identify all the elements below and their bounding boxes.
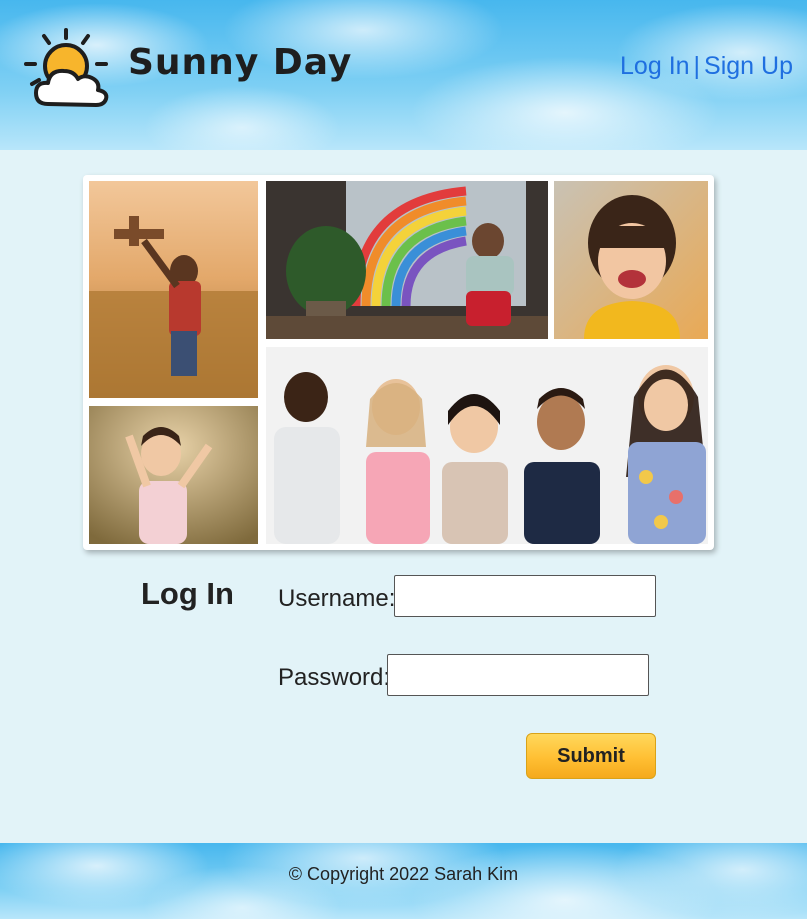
username-input[interactable] [394, 575, 656, 617]
username-label: Username: [278, 585, 396, 612]
photo-collage [83, 175, 714, 550]
login-title: Log In [141, 576, 234, 611]
signup-link[interactable]: Sign Up [704, 52, 793, 80]
copyright-text: © Copyright 2022 Sarah Kim [288, 864, 519, 884]
auth-nav: Log In | Sign Up [620, 52, 793, 81]
photo-kid-rainbow [266, 181, 548, 339]
site-footer: © Copyright 2022 Sarah Kim [0, 843, 807, 919]
sun-cloud-icon[interactable] [22, 26, 110, 108]
password-input[interactable] [387, 654, 649, 696]
password-label: Password: [278, 664, 391, 691]
login-link[interactable]: Log In [620, 52, 690, 80]
brand-name[interactable]: Sunny Day [128, 42, 352, 83]
nav-separator: | [693, 52, 701, 80]
photo-smiling-girl [554, 181, 708, 339]
photo-kid-airplane [89, 181, 258, 398]
submit-button[interactable]: Submit [526, 733, 656, 779]
photo-kid-rain [89, 406, 258, 544]
photo-group-kids [266, 347, 708, 544]
site-header: Sunny Day Log In | Sign Up [0, 0, 807, 150]
